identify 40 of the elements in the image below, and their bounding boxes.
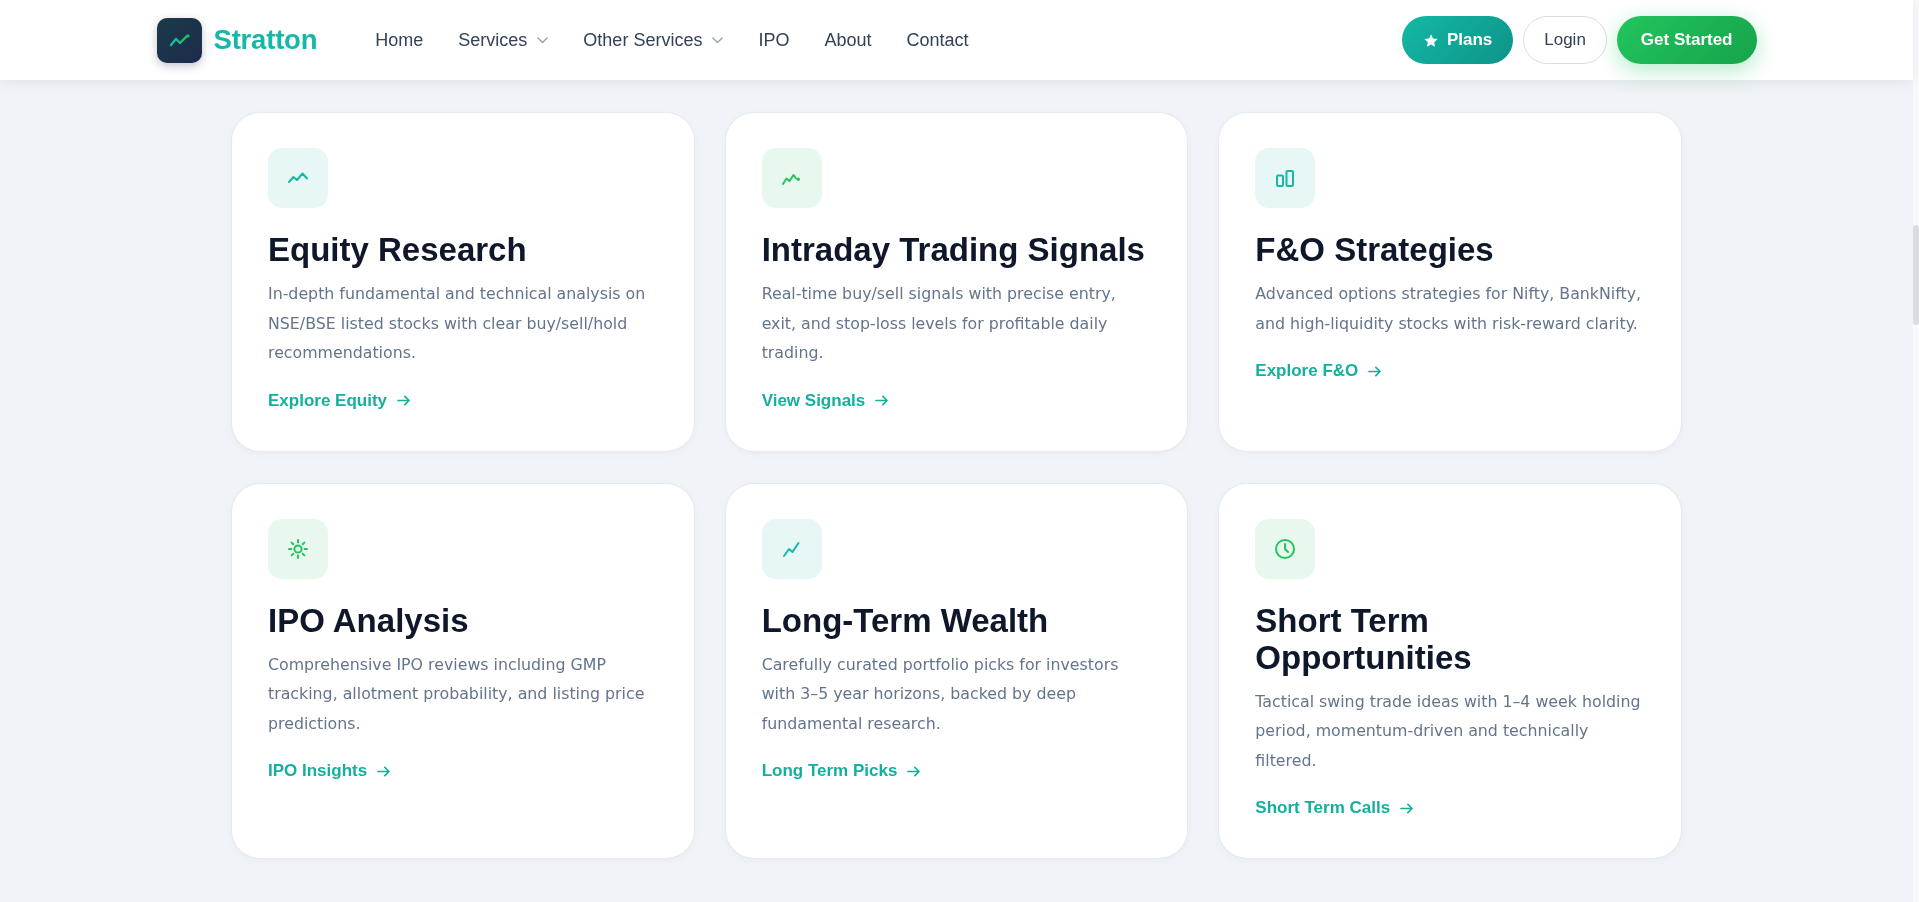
card-description: Carefully curated portfolio picks for investors with 3–5 year horizons, backed by deep fundamental research.: [761, 653, 1120, 735]
sun-icon: [268, 518, 328, 579]
card-title: Intraday Trading Signals: [761, 231, 1145, 268]
star-icon: [1423, 33, 1438, 47]
arrow-right-icon: [1368, 365, 1382, 377]
card-title: Long-Term Wealth: [761, 601, 1049, 639]
card-title: Equity Research: [268, 231, 527, 268]
nav-link[interactable]: Home: [375, 28, 424, 52]
bar-columns-icon: [1255, 148, 1316, 208]
arrow-right-icon: [875, 395, 889, 406]
card-link[interactable]: View Signals: [761, 389, 889, 412]
clock-icon: [1255, 518, 1316, 579]
arrow-right-icon: [907, 765, 921, 777]
card-description: Comprehensive IPO reviews including GMP tracking, allotment probability, and listing price predictions.: [268, 653, 646, 735]
card-description: In-depth fundamental and technical analysis on NSE/BSE listed stocks with clear buy/sell/hold recommendations.: [268, 283, 647, 364]
card-title: IPO Analysis: [268, 601, 469, 639]
plans-button[interactable]: Plans: [1401, 16, 1514, 64]
get-started-button[interactable]: Get Started: [1616, 16, 1757, 64]
card-link[interactable]: Long Term Picks: [761, 760, 921, 782]
arrow-right-icon: [1400, 802, 1414, 814]
login-button[interactable]: Login: [1523, 16, 1607, 64]
card-link[interactable]: Explore Equity: [268, 389, 411, 412]
card-description: Real-time buy/sell signals with precise entry, exit, and stop-loss levels for profitable daily trading.: [761, 283, 1117, 364]
nav-link[interactable]: About: [824, 28, 872, 52]
card-description: Tactical swing trade ideas with 1–4 week holding period, momentum-driven and technically filtered.: [1255, 690, 1642, 772]
logo-icon[interactable]: [156, 17, 202, 63]
card-link[interactable]: IPO Insights: [268, 760, 391, 782]
brand-name[interactable]: Stratton: [213, 24, 318, 56]
card-title: F&O Strategies: [1255, 231, 1494, 268]
card-title: Short Term Opportunities: [1255, 601, 1473, 676]
nav-link[interactable]: Other Services: [583, 28, 724, 52]
nav-link[interactable]: IPO: [758, 28, 790, 52]
card-link[interactable]: Short Term Calls: [1255, 797, 1414, 819]
nav-link[interactable]: Contact: [906, 28, 969, 52]
nav-link[interactable]: Services: [458, 28, 549, 52]
scrollbar-thumb[interactable]: [1913, 225, 1919, 325]
card-link[interactable]: Explore F&O: [1255, 360, 1382, 382]
card-description: Advanced options strategies for Nifty, BankNifty, and high-liquidity stocks with risk-reward clarity.: [1255, 283, 1643, 335]
arrow-right-icon: [397, 395, 411, 406]
arrow-right-icon: [377, 765, 391, 777]
